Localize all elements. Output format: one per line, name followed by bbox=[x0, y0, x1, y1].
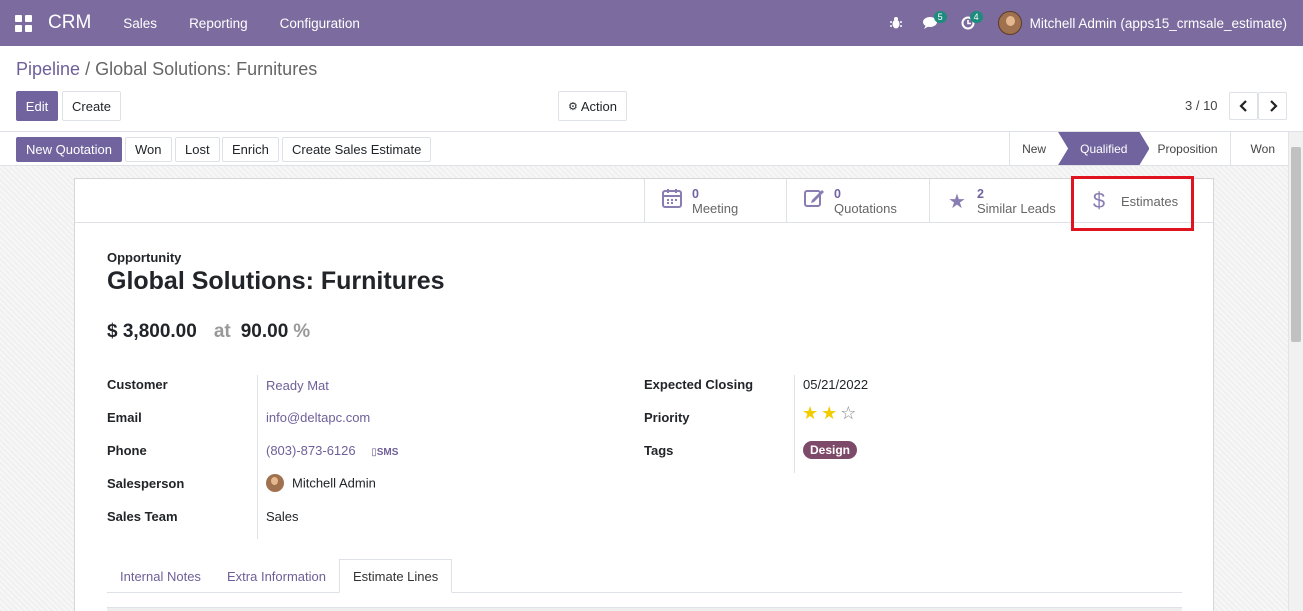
phone-field: (803)-873-6126 ▯SMS bbox=[266, 443, 398, 458]
estimate-lines-table-header bbox=[107, 607, 1182, 611]
edit-button[interactable]: Edit bbox=[16, 91, 58, 121]
messages-icon[interactable]: 5 bbox=[914, 0, 950, 46]
enrich-button[interactable]: Enrich bbox=[222, 137, 279, 162]
pager-next-button[interactable] bbox=[1258, 92, 1287, 120]
debug-bug-icon[interactable] bbox=[878, 0, 914, 46]
won-button[interactable]: Won bbox=[125, 137, 172, 162]
similar-leads-smart-button[interactable]: ★ 2 Similar Leads bbox=[929, 179, 1072, 223]
stage-won[interactable]: Won bbox=[1229, 132, 1287, 165]
tags-label: Tags bbox=[644, 443, 674, 458]
sms-label: SMS bbox=[376, 447, 399, 458]
tags-field: Design bbox=[803, 441, 858, 459]
meeting-label: Meeting bbox=[692, 200, 739, 216]
activity-clock-icon[interactable]: 4 bbox=[950, 0, 986, 46]
probability-value: 90.00 bbox=[240, 321, 289, 342]
breadcrumb-pipeline-link[interactable]: Pipeline bbox=[16, 59, 80, 79]
opportunity-title: Global Solutions: Furnitures bbox=[107, 267, 445, 295]
priority-label: Priority bbox=[644, 410, 690, 425]
form-sheet: 0 Meeting 0 Quotations ★ 2 Similar Leads $ … bbox=[74, 176, 1214, 611]
stage-new[interactable]: New bbox=[1009, 132, 1058, 165]
expected-closing-value[interactable]: 05/21/2022 bbox=[803, 377, 868, 392]
action-dropdown-button[interactable]: ⚙ Action bbox=[558, 91, 628, 121]
app-brand[interactable]: CRM bbox=[48, 12, 91, 34]
similar-leads-count: 2 bbox=[977, 186, 984, 201]
opportunity-type-label: Opportunity bbox=[107, 250, 182, 265]
meeting-smart-button[interactable]: 0 Meeting bbox=[644, 179, 787, 223]
action-label: Action bbox=[580, 98, 618, 114]
activity-badge: 4 bbox=[969, 11, 983, 23]
sales-team-value[interactable]: Sales bbox=[266, 509, 299, 524]
customer-link[interactable]: Ready Mat bbox=[266, 378, 329, 393]
breadcrumb-current: Global Solutions: Furnitures bbox=[95, 59, 318, 79]
stage-qualified[interactable]: Qualified bbox=[1058, 132, 1149, 165]
breadcrumb: Pipeline / Global Solutions: Furnitures bbox=[16, 59, 317, 80]
menu-reporting[interactable]: Reporting bbox=[173, 16, 264, 31]
quotations-count: 0 bbox=[834, 186, 841, 201]
estimates-highlight-box bbox=[1071, 176, 1194, 231]
priority-stars: ★ ★ ☆ bbox=[802, 403, 859, 424]
scrollbar-thumb[interactable] bbox=[1291, 147, 1301, 342]
star-icon: ★ bbox=[948, 190, 966, 213]
salesperson-avatar bbox=[266, 474, 284, 492]
gear-icon: ⚙ bbox=[568, 100, 578, 113]
top-navbar: CRM Sales Reporting Configuration 5 4 Mi… bbox=[0, 0, 1303, 46]
quotations-smart-button[interactable]: 0 Quotations bbox=[786, 179, 929, 223]
phone-label: Phone bbox=[107, 443, 147, 458]
meeting-count: 0 bbox=[692, 186, 699, 201]
chevron-right-icon bbox=[1269, 100, 1278, 112]
percent-sign: % bbox=[293, 321, 311, 342]
vertical-scrollbar[interactable] bbox=[1288, 132, 1303, 611]
tab-internal-notes[interactable]: Internal Notes bbox=[107, 559, 214, 593]
create-button[interactable]: Create bbox=[62, 91, 122, 121]
email-link[interactable]: info@deltapc.com bbox=[266, 410, 370, 425]
priority-star-3-icon[interactable]: ☆ bbox=[840, 403, 856, 423]
edit-icon bbox=[803, 187, 825, 215]
user-menu[interactable]: Mitchell Admin (apps15_crmsale_estimate) bbox=[1030, 16, 1287, 31]
sms-button[interactable]: ▯SMS bbox=[371, 447, 398, 458]
menu-configuration[interactable]: Configuration bbox=[264, 16, 376, 31]
expected-closing-label: Expected Closing bbox=[644, 377, 754, 392]
right-group-divider bbox=[794, 375, 795, 473]
customer-label: Customer bbox=[107, 377, 168, 392]
calendar-icon bbox=[661, 187, 683, 215]
salesperson-field[interactable]: Mitchell Admin bbox=[266, 474, 376, 492]
priority-star-1-icon[interactable]: ★ bbox=[802, 403, 818, 423]
menu-sales[interactable]: Sales bbox=[107, 16, 173, 31]
sales-team-label: Sales Team bbox=[107, 509, 178, 524]
create-sales-estimate-button[interactable]: Create Sales Estimate bbox=[282, 137, 432, 162]
quotations-label: Quotations bbox=[834, 200, 897, 216]
stage-pipeline: New Qualified Proposition Won bbox=[1009, 132, 1287, 165]
new-quotation-button[interactable]: New Quotation bbox=[16, 137, 122, 162]
priority-star-2-icon[interactable]: ★ bbox=[821, 403, 837, 423]
lost-button[interactable]: Lost bbox=[175, 137, 220, 162]
form-statusbar: New Quotation Won Lost Enrich Create Sal… bbox=[0, 131, 1303, 166]
revenue-line: $ 3,800.00 at 90.00 % bbox=[107, 321, 310, 343]
apps-menu-icon[interactable] bbox=[0, 0, 46, 46]
breadcrumb-separator: / bbox=[85, 59, 91, 79]
left-group-divider bbox=[257, 375, 258, 539]
salesperson-name: Mitchell Admin bbox=[292, 475, 376, 491]
expected-revenue: $ 3,800.00 bbox=[107, 321, 197, 342]
tab-extra-information[interactable]: Extra Information bbox=[214, 559, 339, 593]
phone-link[interactable]: (803)-873-6126 bbox=[266, 443, 356, 458]
email-label: Email bbox=[107, 410, 142, 425]
salesperson-label: Salesperson bbox=[107, 476, 185, 491]
pager-previous-button[interactable] bbox=[1229, 92, 1258, 120]
pager-value[interactable]: 3 / 10 bbox=[1185, 98, 1218, 113]
notebook-tabs: Internal Notes Extra Information Estimat… bbox=[107, 559, 1182, 593]
tab-estimate-lines[interactable]: Estimate Lines bbox=[339, 559, 453, 593]
messages-badge: 5 bbox=[933, 11, 947, 23]
stage-proposition[interactable]: Proposition bbox=[1149, 132, 1229, 165]
chevron-left-icon bbox=[1238, 100, 1247, 112]
at-label: at bbox=[213, 321, 231, 342]
similar-leads-label: Similar Leads bbox=[977, 200, 1056, 216]
smart-buttons-row: 0 Meeting 0 Quotations ★ 2 Similar Leads $ … bbox=[75, 176, 1213, 231]
tag-design-badge[interactable]: Design bbox=[803, 441, 858, 459]
user-avatar[interactable] bbox=[997, 11, 1022, 35]
